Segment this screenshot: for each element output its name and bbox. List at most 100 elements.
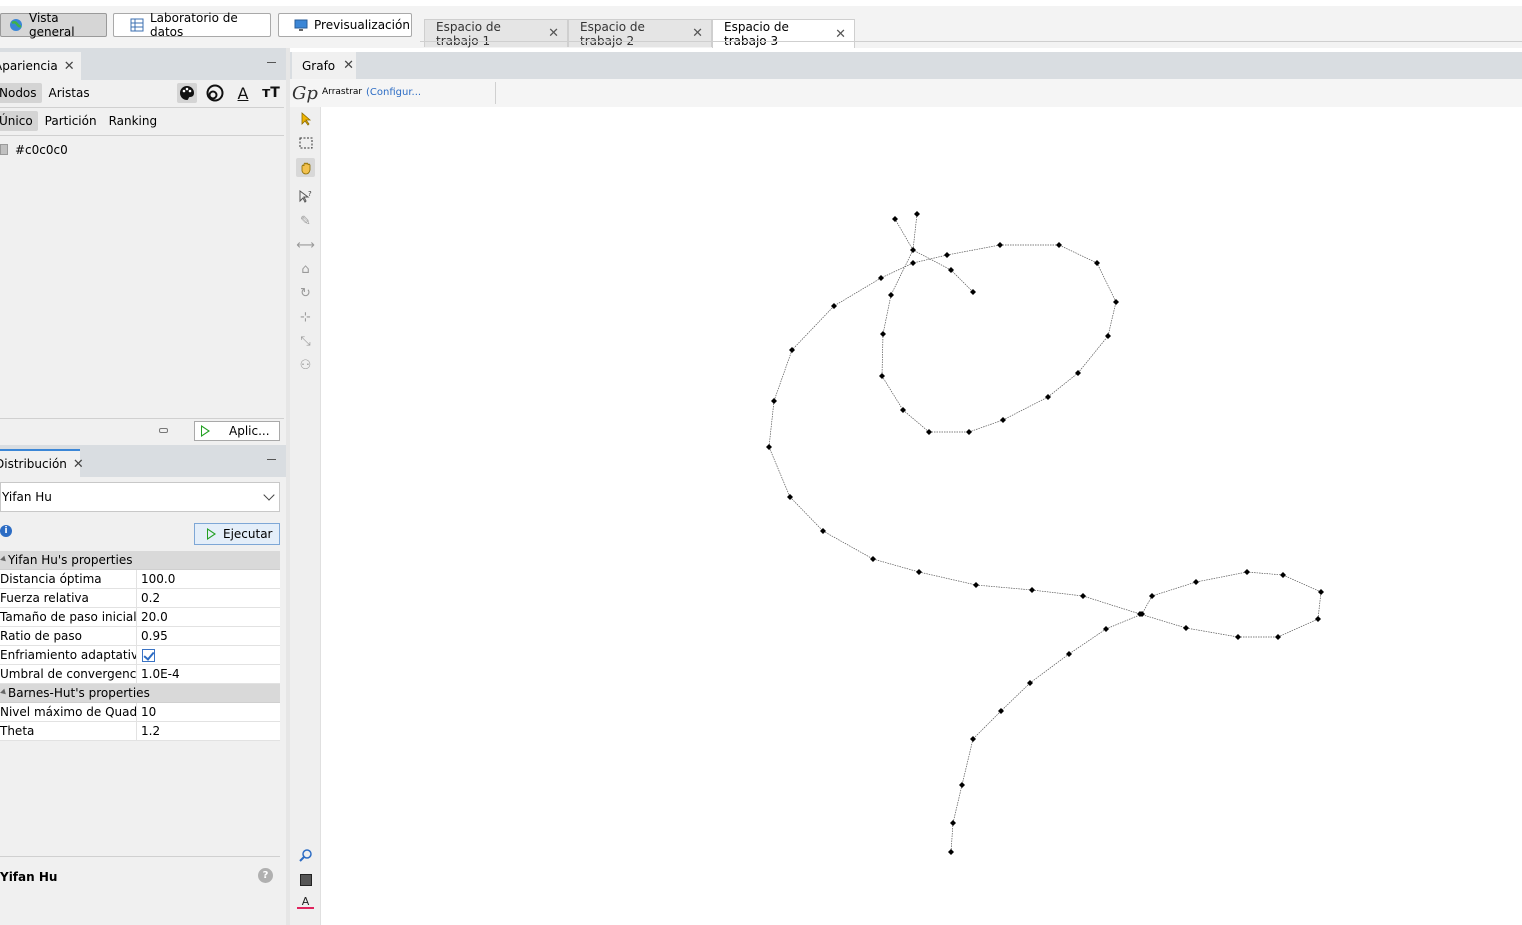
tab-unique[interactable]: Único xyxy=(0,111,38,131)
graph-edge[interactable] xyxy=(968,419,1004,433)
graph-edge[interactable] xyxy=(1107,301,1117,337)
help-icon[interactable]: ? xyxy=(258,868,273,883)
palette-icon[interactable] xyxy=(177,83,197,103)
rectangle-select-icon[interactable] xyxy=(297,134,314,151)
graph-node[interactable] xyxy=(970,736,976,742)
graph-node[interactable] xyxy=(892,216,898,222)
graph-edge[interactable] xyxy=(1031,589,1084,597)
graph-edge[interactable] xyxy=(912,213,918,251)
graph-node[interactable] xyxy=(914,211,920,217)
tab-partition[interactable]: Partición xyxy=(40,111,102,131)
minimize-icon[interactable] xyxy=(267,459,276,460)
graph-node[interactable] xyxy=(1066,651,1072,657)
graph-edge[interactable] xyxy=(1195,571,1248,583)
close-icon[interactable]: ✕ xyxy=(548,26,559,41)
graph-node[interactable] xyxy=(888,292,894,298)
tab-workspace-1[interactable]: Espacio de trabajo 1 ✕ xyxy=(424,19,568,48)
label-size-icon[interactable]: тT xyxy=(261,83,281,103)
graph-edge[interactable] xyxy=(1317,591,1322,620)
tab-workspace-3[interactable]: Espacio de trabajo 3 ✕ xyxy=(712,19,855,48)
graph-node[interactable] xyxy=(766,444,772,450)
tab-workspace-2[interactable]: Espacio de trabajo 2 ✕ xyxy=(568,19,712,48)
link-icon[interactable] xyxy=(159,428,168,433)
tab-appearance[interactable]: Apariencia ✕ xyxy=(0,52,81,80)
graph-edge[interactable] xyxy=(975,584,1033,591)
size-icon[interactable] xyxy=(205,83,225,103)
graph-node[interactable] xyxy=(959,782,965,788)
graph-node[interactable] xyxy=(1235,634,1241,640)
graph-node[interactable] xyxy=(1105,333,1111,339)
close-icon[interactable]: ✕ xyxy=(64,59,75,74)
graph-node[interactable] xyxy=(1244,569,1250,575)
zoom-icon[interactable] xyxy=(297,846,314,863)
label-color-icon[interactable]: A xyxy=(233,83,253,103)
graph-node[interactable] xyxy=(880,331,886,337)
graph-node[interactable] xyxy=(1280,572,1286,578)
graph-edge[interactable] xyxy=(880,262,914,279)
graph-edge[interactable] xyxy=(972,710,1002,740)
graph-edge[interactable] xyxy=(1082,595,1141,615)
apply-button[interactable]: Aplic... xyxy=(194,421,280,441)
graph-node[interactable] xyxy=(910,260,916,266)
graph-edge[interactable] xyxy=(1151,581,1197,597)
graph-node[interactable] xyxy=(948,849,954,855)
tab-ranking[interactable]: Ranking xyxy=(104,111,163,131)
graph-node[interactable] xyxy=(1056,242,1062,248)
tab-edges[interactable]: Aristas xyxy=(44,83,95,103)
property-value[interactable]: 1.2 xyxy=(137,722,280,740)
graph-node[interactable] xyxy=(950,820,956,826)
adaptive-cooling-checkbox[interactable] xyxy=(142,648,155,662)
graph-node[interactable] xyxy=(1094,260,1100,266)
graph-node[interactable] xyxy=(1183,625,1189,631)
graph-edge[interactable] xyxy=(890,249,914,296)
property-group[interactable]: Barnes-Hut's properties xyxy=(0,684,280,703)
graph-edge[interactable] xyxy=(791,305,835,351)
graph-node[interactable] xyxy=(966,429,972,435)
graph-edge[interactable] xyxy=(1105,613,1143,630)
edit-graph-icon[interactable]: ⚇ xyxy=(297,357,314,374)
property-group[interactable]: Yifan Hu's properties xyxy=(0,551,280,570)
property-row[interactable]: Enfriamiento adaptativo xyxy=(0,646,280,665)
graph-edge[interactable] xyxy=(768,400,775,448)
tab-layout[interactable]: Distribución ✕ xyxy=(0,449,84,477)
graph-edge[interactable] xyxy=(950,822,954,853)
graph-edge[interactable] xyxy=(881,333,884,377)
graph-edge[interactable] xyxy=(1277,618,1319,638)
select-pointer-icon[interactable] xyxy=(297,110,314,127)
property-row[interactable]: Theta 1.2 xyxy=(0,722,280,741)
graph-node[interactable] xyxy=(1080,593,1086,599)
property-row[interactable]: Nivel máximo de Quadtree10 xyxy=(0,703,280,722)
graph-edge[interactable] xyxy=(1246,571,1284,576)
background-color-icon[interactable] xyxy=(297,871,314,888)
data-lab-button[interactable]: Laboratorio de datos xyxy=(113,11,271,39)
tab-nodes[interactable]: Nodos xyxy=(0,83,42,103)
property-value[interactable]: 10 xyxy=(137,703,280,721)
config-link[interactable]: (Configur... xyxy=(366,87,421,98)
graph-edge[interactable] xyxy=(961,738,974,786)
graph-canvas[interactable] xyxy=(321,107,1522,925)
graph-edge[interactable] xyxy=(768,446,791,498)
graph-node[interactable] xyxy=(1315,616,1321,622)
graph-node[interactable] xyxy=(1193,579,1199,585)
graph-node[interactable] xyxy=(1149,593,1155,599)
inspect-icon[interactable]: ? xyxy=(297,188,314,205)
drag-hand-icon[interactable] xyxy=(296,158,315,177)
graph-edge[interactable] xyxy=(872,558,920,573)
info-icon[interactable]: i xyxy=(0,525,12,537)
graph-node[interactable] xyxy=(1103,626,1109,632)
graph-node[interactable] xyxy=(878,275,884,281)
graph-edge[interactable] xyxy=(894,218,914,251)
graph-node[interactable] xyxy=(1000,417,1006,423)
graph-node[interactable] xyxy=(771,398,777,404)
close-icon[interactable]: ✕ xyxy=(73,457,84,472)
color-swatch[interactable] xyxy=(0,144,8,155)
graph-node[interactable] xyxy=(997,242,1003,248)
property-row[interactable]: Tamaño de paso inicial 20.0 xyxy=(0,608,280,627)
graph-edge[interactable] xyxy=(946,244,1001,256)
property-value[interactable]: 0.2 xyxy=(137,589,280,607)
graph-edge[interactable] xyxy=(902,409,930,433)
graph-edge[interactable] xyxy=(1185,627,1239,638)
shortest-path-icon[interactable]: ⟷ xyxy=(296,237,315,254)
close-icon[interactable]: ✕ xyxy=(692,26,703,41)
graph-edge[interactable] xyxy=(1047,372,1079,398)
